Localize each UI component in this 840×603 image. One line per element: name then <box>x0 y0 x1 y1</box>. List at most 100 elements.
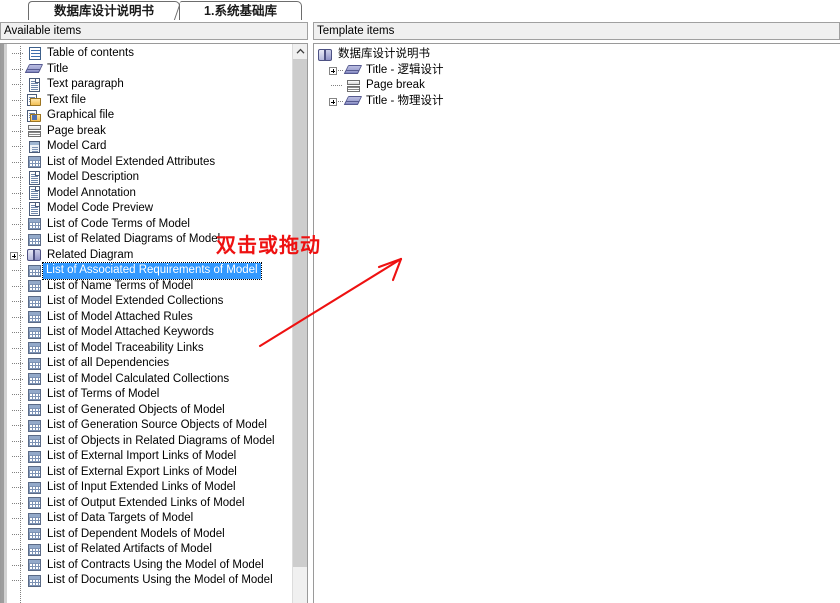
list-grid-icon <box>27 388 42 402</box>
scroll-up-button[interactable] <box>293 44 307 59</box>
tree-item-label: List of Data Targets of Model <box>47 512 194 524</box>
list-grid-icon <box>27 450 42 464</box>
title-icon <box>24 62 44 76</box>
tree-item[interactable]: List of Objects in Related Diagrams of M… <box>9 434 292 450</box>
tree-item[interactable]: Model Code Preview <box>9 201 292 217</box>
tree-item[interactable]: List of External Import Links of Model <box>9 449 292 465</box>
tree-item[interactable]: List of Associated Requirements of Model <box>9 262 292 280</box>
tree-item-label: Text file <box>47 93 86 106</box>
tree-connector <box>9 232 27 248</box>
tree-item-label: List of Model Attached Rules <box>47 310 193 323</box>
related-diagram-icon <box>318 48 333 62</box>
tree-connector <box>9 341 27 357</box>
tree-item-label: Model Code Preview <box>47 202 154 214</box>
tree-connector <box>9 170 27 186</box>
tree-item[interactable]: List of Model Extended Collections <box>9 294 292 310</box>
tree-item[interactable]: List of Dependent Models of Model <box>9 527 292 543</box>
chevron-up-icon <box>296 48 304 54</box>
tree-item[interactable]: List of Documents Using the Model of Mod… <box>9 573 292 589</box>
tree-item-label: List of all Dependencies <box>47 357 170 369</box>
tree-item-label: List of External Import Links of Model <box>47 450 237 462</box>
tree-expand-button[interactable] <box>9 248 27 264</box>
document-icon <box>27 170 42 185</box>
tree-connector <box>9 418 27 434</box>
tree-item[interactable]: List of Terms of Model <box>9 387 292 403</box>
tree-item-label: List of Output Extended Links of Model <box>47 496 245 509</box>
tree-connector <box>9 527 27 543</box>
tree-expand-button[interactable] <box>328 94 346 110</box>
tree-item-label: List of Objects in Related Diagrams of M… <box>47 434 275 447</box>
document-icon <box>27 77 42 92</box>
tab-system-base-lib[interactable]: 1.系统基础库 <box>180 1 302 20</box>
tree-connector <box>9 480 27 496</box>
tree-item-label: List of Documents Using the Model of Mod… <box>47 574 273 586</box>
tree-item-label: List of Model Extended Collections <box>47 295 224 307</box>
tree-item[interactable]: List of Output Extended Links of Model <box>9 496 292 512</box>
tree-item[interactable]: Page break <box>9 124 292 140</box>
tree-item[interactable]: List of Contracts Using the Model of Mod… <box>9 558 292 574</box>
list-grid-icon <box>27 527 42 541</box>
tree-item-label: Page break <box>366 79 425 91</box>
tree-item[interactable]: List of Generated Objects of Model <box>9 403 292 419</box>
document-icon <box>27 201 42 216</box>
list-grid-icon <box>27 512 42 526</box>
list-grid-icon <box>27 481 42 495</box>
tree-item[interactable]: Title <box>9 62 292 78</box>
tree-item[interactable]: Text paragraph <box>9 77 292 93</box>
tree-expand-button[interactable] <box>328 63 346 79</box>
tree-item[interactable]: List of Name Terms of Model <box>9 279 292 295</box>
list-grid-icon <box>27 217 42 231</box>
app-root: 数据库设计说明书 1.系统基础库 Available items Table o… <box>0 0 840 603</box>
tree-item[interactable]: List of Generation Source Objects of Mod… <box>9 418 292 434</box>
tree-item[interactable]: List of Data Targets of Model <box>9 511 292 527</box>
available-items-tree[interactable]: Table of contents Title Text paragraph Text… <box>9 46 292 603</box>
tree-item[interactable]: Title - 逻辑设计 <box>318 63 838 79</box>
list-grid-icon <box>27 419 42 433</box>
tree-connector <box>9 201 27 217</box>
list-grid-icon <box>27 310 42 324</box>
tab-db-design-spec[interactable]: 数据库设计说明书 <box>28 1 180 20</box>
tree-item[interactable]: 数据库设计说明书 <box>318 47 838 63</box>
tree-item[interactable]: List of External Export Links of Model <box>9 465 292 481</box>
tree-item[interactable]: Model Description <box>9 170 292 186</box>
tree-item-label: List of Related Diagrams of Model <box>47 233 221 245</box>
tree-connector <box>9 217 27 233</box>
tree-connector <box>9 434 27 450</box>
tree-item[interactable]: Model Annotation <box>9 186 292 202</box>
tree-item[interactable]: Page break <box>318 78 838 94</box>
tree-item-label: Graphical file <box>47 109 115 121</box>
tree-item[interactable]: List of Model Traceability Links <box>9 341 292 357</box>
tree-item-label: List of Dependent Models of Model <box>47 527 225 540</box>
tree-item-label: List of Related Artifacts of Model <box>47 543 212 555</box>
tab-label: 数据库设计说明书 <box>53 4 154 18</box>
tree-item-label: Table of contents <box>47 47 134 59</box>
tree-item[interactable]: Model Card <box>9 139 292 155</box>
tree-item-label: Model Description <box>47 171 140 183</box>
list-grid-icon <box>27 543 42 557</box>
tree-item-label: Text paragraph <box>47 78 124 90</box>
tree-connector <box>9 403 27 419</box>
tree-item[interactable]: List of Model Calculated Collections <box>9 372 292 388</box>
tree-item[interactable]: List of Related Artifacts of Model <box>9 542 292 558</box>
tree-item[interactable]: List of Model Attached Keywords <box>9 325 292 341</box>
tree-item[interactable]: List of Input Extended Links of Model <box>9 480 292 496</box>
tree-connector <box>9 387 27 403</box>
tree-item[interactable]: Title - 物理设计 <box>318 94 838 110</box>
tree-connector <box>9 496 27 512</box>
tree-item-label: Related Diagram <box>47 248 134 261</box>
tree-connector <box>9 465 27 481</box>
tree-item-label: List of Input Extended Links of Model <box>47 481 236 493</box>
page-break-icon <box>27 124 42 138</box>
tree-item[interactable]: Text file <box>9 93 292 109</box>
tree-item[interactable]: Table of contents <box>9 46 292 62</box>
tree-item-label: List of External Export Links of Model <box>47 465 237 478</box>
tree-item-label: Title <box>47 62 69 75</box>
tree-item[interactable]: List of Model Attached Rules <box>9 310 292 326</box>
tree-item-label: List of Model Attached Keywords <box>47 326 214 338</box>
tree-item[interactable]: List of Model Extended Attributes <box>9 155 292 171</box>
tree-item[interactable]: Graphical file <box>9 108 292 124</box>
tree-connector <box>9 372 27 388</box>
tree-item[interactable]: List of all Dependencies <box>9 356 292 372</box>
tree-item-label: List of Model Extended Attributes <box>47 155 216 168</box>
scroll-track[interactable] <box>293 567 307 603</box>
